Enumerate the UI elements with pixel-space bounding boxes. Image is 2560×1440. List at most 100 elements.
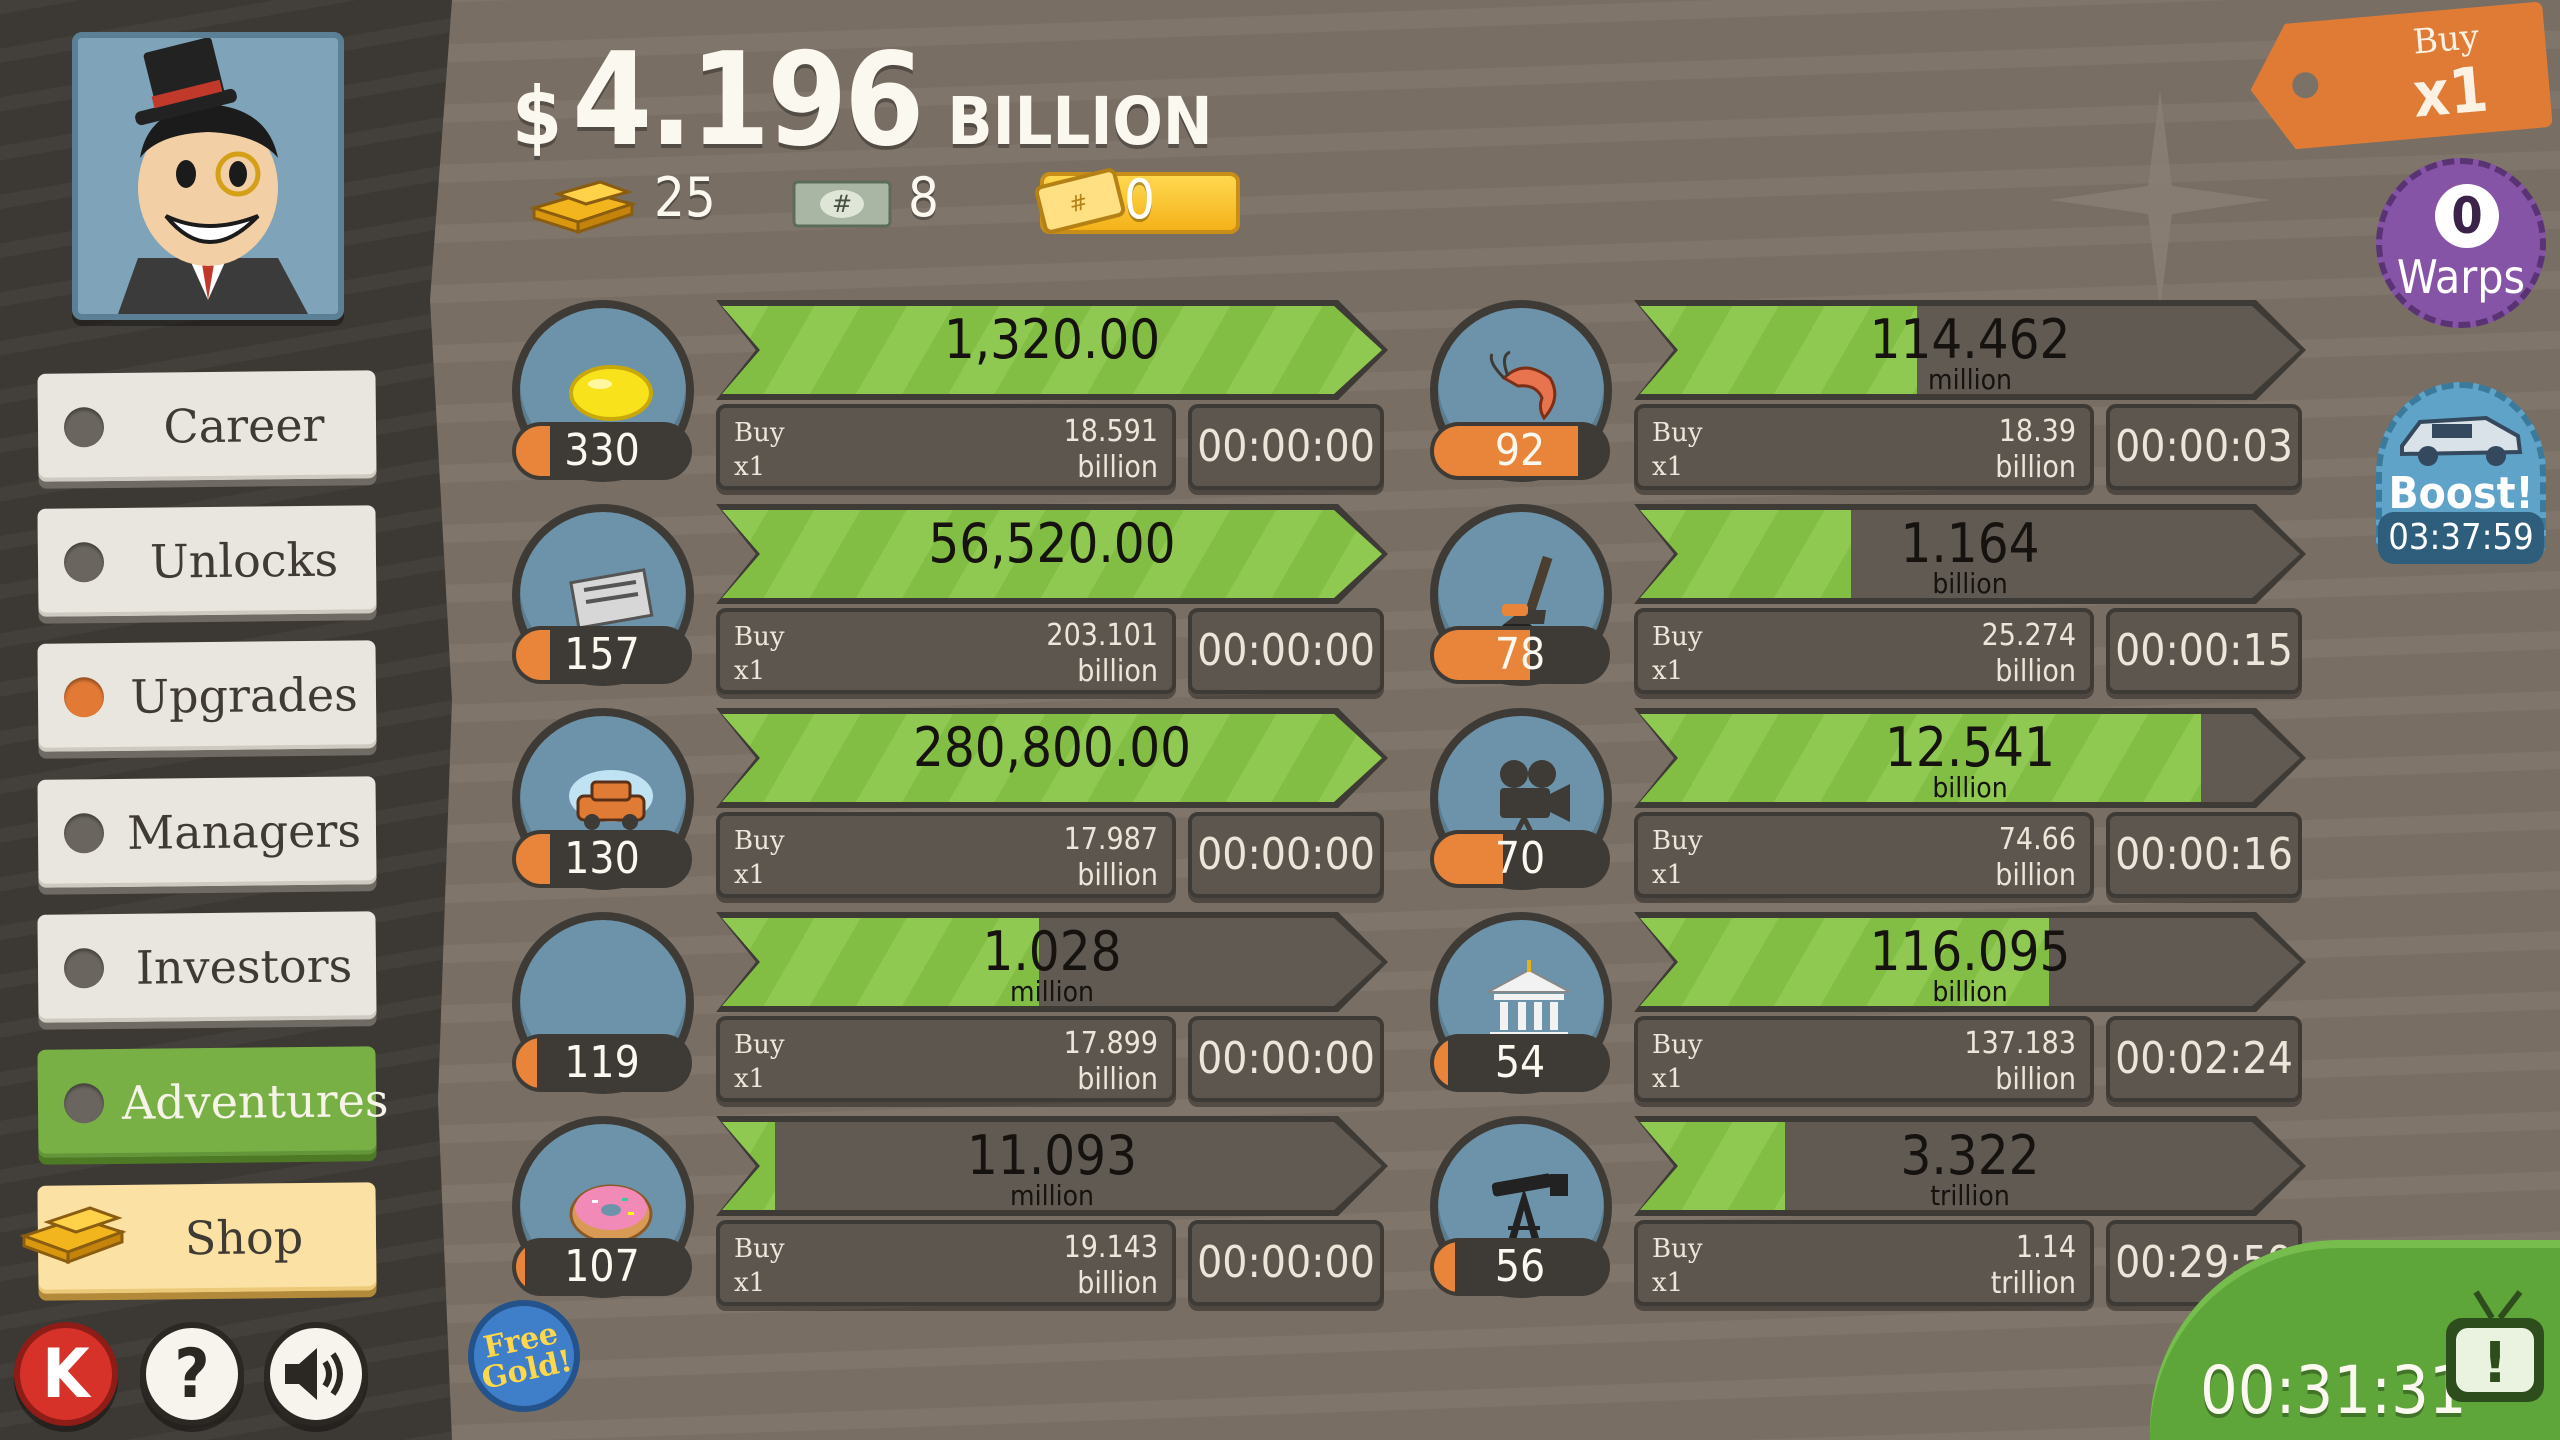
angel-card-count: 8 <box>908 166 939 229</box>
managers-button[interactable]: Managers <box>37 776 377 888</box>
buy-label: Buy x1 <box>1652 416 1703 484</box>
buy-multiplier-button[interactable]: Buy x1 <box>2245 1 2553 152</box>
unlocks-indicator-dot <box>63 542 105 583</box>
buy-cost-unit: billion <box>1077 1266 1158 1301</box>
revenue-amount: 114.462 <box>1869 308 2071 371</box>
revenue-amount: 12.541 <box>1885 716 2055 779</box>
revenue-bar[interactable]: 114.462 million <box>1634 300 2306 400</box>
owned-count: 70 <box>1494 833 1546 884</box>
buy-label-multiplier: x1 <box>1652 1064 1684 1094</box>
buy-cost: 137.183 billion <box>1964 1026 2076 1098</box>
buy-button[interactable]: Buy x1 17.899 billion <box>716 1016 1176 1102</box>
buy-label: Buy x1 <box>734 416 785 484</box>
revenue-bar-track: 11.093 million <box>722 1122 1382 1210</box>
career-button[interactable]: Career <box>37 370 377 482</box>
buy-cost: 17.987 billion <box>1064 822 1158 894</box>
buy-cost-amount: 17.987 <box>1063 822 1158 857</box>
help-button[interactable]: ? <box>140 1322 244 1426</box>
revenue-unit: billion <box>1932 567 2008 598</box>
buy-label-multiplier: x1 <box>1652 1268 1684 1298</box>
revenue-bar[interactable]: 1.164 billion <box>1634 504 2306 604</box>
buy-label-multiplier: x1 <box>734 452 766 482</box>
tv-icon[interactable]: ! <box>2440 1288 2550 1418</box>
investors-button[interactable]: Investors <box>37 911 377 1023</box>
buy-button[interactable]: Buy x1 25.274 billion <box>1634 608 2094 694</box>
unlocks-label: Unlocks <box>149 532 339 589</box>
owned-count: 107 <box>564 1241 640 1292</box>
buy-cost-amount: 203.101 <box>1046 618 1158 653</box>
capitalist-portrait-icon <box>78 38 338 314</box>
buy-button[interactable]: Buy x1 1.14 trillion <box>1634 1220 2094 1306</box>
buy-label: Buy x1 <box>734 1232 785 1300</box>
revenue-bar-track: 56,520.00 <box>722 510 1382 598</box>
production-timer: 00:00:00 <box>1188 608 1384 694</box>
buy-button[interactable]: Buy x1 74.66 billion <box>1634 812 2094 898</box>
business-card: 56 3.322 trillion Buy x1 1.14 trillion 0… <box>1430 1116 2330 1312</box>
angel-card-icon: # <box>792 180 892 228</box>
revenue-bar-track: 1.028 million <box>722 918 1382 1006</box>
speaker-icon <box>285 1348 343 1400</box>
buy-button[interactable]: Buy x1 17.987 billion <box>716 812 1176 898</box>
shop-gold-bars-icon <box>19 1206 127 1265</box>
shop-label: Shop <box>184 1209 304 1266</box>
owned-count: 330 <box>564 425 640 476</box>
buy-cost-unit: billion <box>1995 450 2076 485</box>
buy-button[interactable]: Buy x1 203.101 billion <box>716 608 1176 694</box>
buy-cost: 18.591 billion <box>1064 414 1158 486</box>
buy-label: Buy x1 <box>734 824 785 892</box>
cash-amount: 4.196 <box>572 26 924 175</box>
ticket-count: 0 <box>1124 168 1155 231</box>
owned-count: 54 <box>1494 1037 1546 1088</box>
revenue-bar[interactable]: 56,520.00 <box>716 504 1388 604</box>
buy-cost-unit: billion <box>1077 450 1158 485</box>
business-card: 70 12.541 billion Buy x1 74.66 billion 0… <box>1430 708 2330 904</box>
warps-button[interactable]: 0 Warps <box>2376 158 2546 328</box>
business-card: 92 114.462 million Buy x1 18.39 billion … <box>1430 300 2330 496</box>
buy-label-multiplier: x1 <box>1652 656 1684 686</box>
buy-cost-amount: 25.274 <box>1981 618 2076 653</box>
buy-label: Buy x1 <box>1652 1232 1703 1300</box>
adventures-button[interactable]: Adventures <box>37 1046 389 1158</box>
buy-button[interactable]: Buy x1 18.39 billion <box>1634 404 2094 490</box>
buy-label-word: Buy <box>734 622 785 652</box>
buy-label-word: Buy <box>1652 826 1703 856</box>
revenue-bar[interactable]: 1,320.00 <box>716 300 1388 400</box>
owned-count-bar: 92 <box>1430 422 1610 480</box>
managers-label: Managers <box>126 803 362 860</box>
boost-button[interactable]: Boost! 03:37:59 <box>2376 382 2546 564</box>
upgrades-indicator-dot <box>63 677 105 718</box>
unlocks-button[interactable]: Unlocks <box>37 505 377 617</box>
revenue-bar[interactable]: 11.093 million <box>716 1116 1388 1216</box>
revenue-bar[interactable]: 1.028 million <box>716 912 1388 1012</box>
tv-exclaim-label: ! <box>2482 1331 2508 1396</box>
revenue-bar[interactable]: 116.095 billion <box>1634 912 2306 1012</box>
adventures-indicator-dot <box>63 1083 105 1124</box>
owned-count: 92 <box>1494 425 1546 476</box>
owned-count-bar: 107 <box>512 1238 692 1296</box>
revenue-bar-track: 12.541 billion <box>1640 714 2300 802</box>
revenue-amount: 11.093 <box>967 1124 1137 1187</box>
upgrades-button[interactable]: Upgrades <box>37 640 377 752</box>
buy-cost-unit: billion <box>1077 1062 1158 1097</box>
player-avatar[interactable] <box>72 32 344 320</box>
revenue-bar[interactable]: 12.541 billion <box>1634 708 2306 808</box>
buy-button[interactable]: Buy x1 137.183 billion <box>1634 1016 2094 1102</box>
owned-count: 157 <box>564 629 640 680</box>
owned-count-bar: 119 <box>512 1034 692 1092</box>
buy-cost-unit: billion <box>1077 654 1158 689</box>
kongregate-button[interactable]: K <box>14 1322 118 1426</box>
revenue-bar[interactable]: 3.322 trillion <box>1634 1116 2306 1216</box>
buy-cost-amount: 17.899 <box>1063 1026 1158 1061</box>
upgrades-label: Upgrades <box>130 667 358 724</box>
business-card: 330 1,320.00 Buy x1 18.591 billion 00:00… <box>512 300 1412 496</box>
sound-button[interactable] <box>264 1322 368 1426</box>
buy-cost-unit: billion <box>1995 1062 2076 1097</box>
revenue-bar[interactable]: 280,800.00 <box>716 708 1388 808</box>
buy-button[interactable]: Buy x1 18.591 billion <box>716 404 1176 490</box>
buy-cost: 17.899 billion <box>1064 1026 1158 1098</box>
buy-button[interactable]: Buy x1 19.143 billion <box>716 1220 1176 1306</box>
buy-label-multiplier: x1 <box>734 1268 766 1298</box>
time-machine-car-icon <box>2400 415 2523 466</box>
revenue-unit: billion <box>1932 771 2008 802</box>
revenue-amount: 116.095 <box>1869 920 2071 983</box>
